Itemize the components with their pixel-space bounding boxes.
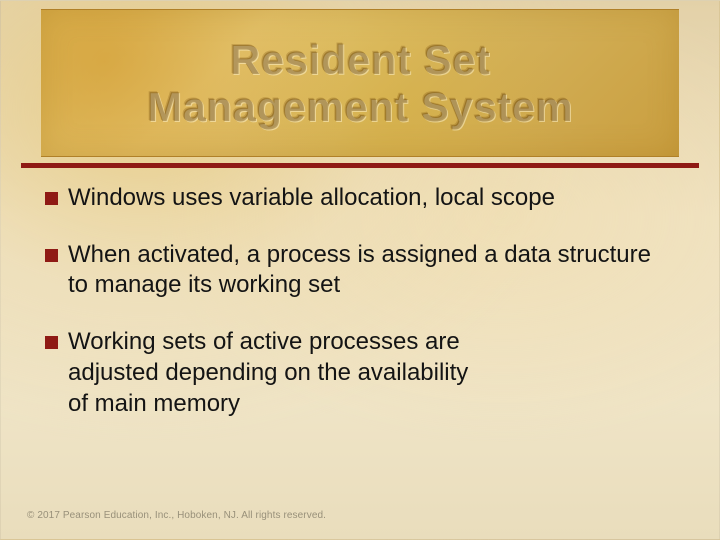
copyright-footer: © 2017 Pearson Education, Inc., Hoboken,…: [27, 510, 326, 521]
divider-rule: [21, 163, 699, 168]
list-item-text: When activated, a process is assigned a …: [68, 240, 675, 301]
title-line-1: Resident Set: [230, 36, 490, 83]
list-item: Working sets of active processes are adj…: [45, 327, 675, 419]
list-item: Windows uses variable allocation, local …: [45, 183, 675, 214]
square-bullet-icon: [45, 249, 58, 262]
square-bullet-icon: [45, 192, 58, 205]
list-item: When activated, a process is assigned a …: [45, 240, 675, 301]
list-item-text: Windows uses variable allocation, local …: [68, 183, 675, 214]
title-line-2: Management System: [147, 83, 573, 130]
slide-title: Resident Set Management System: [147, 36, 573, 130]
body: Windows uses variable allocation, local …: [45, 183, 675, 445]
slide: Resident Set Management System Windows u…: [0, 0, 720, 540]
title-banner: Resident Set Management System: [41, 9, 679, 157]
square-bullet-icon: [45, 336, 58, 349]
list-item-text: Working sets of active processes are adj…: [68, 327, 538, 419]
